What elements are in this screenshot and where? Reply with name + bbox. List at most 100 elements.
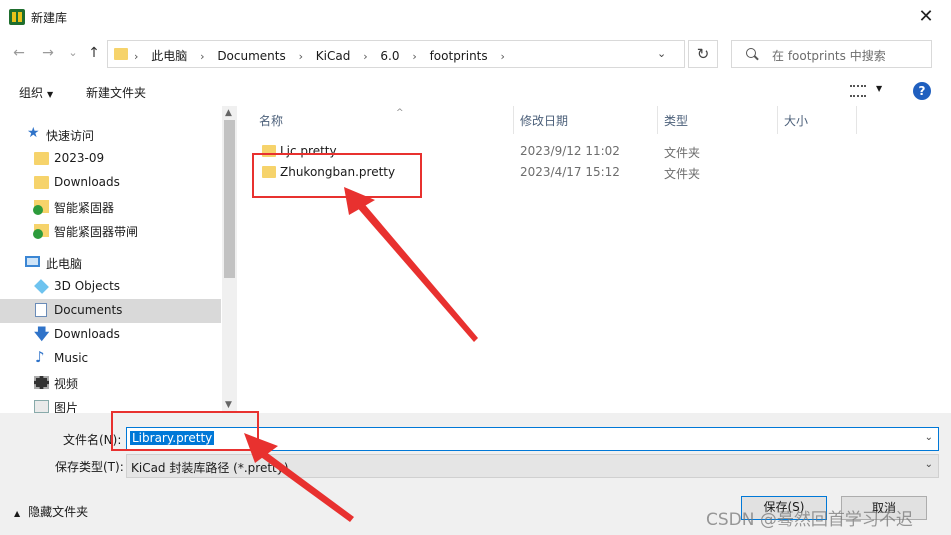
sidebar-item-label: 2023-09: [54, 151, 105, 165]
sidebar-item-label: 3D Objects: [54, 279, 121, 293]
navigation-bar: ← → ⌄ ↑ › 此电脑 › Documents › KiCad › 6.0 …: [0, 36, 951, 70]
sidebar-item-label: 快速访问: [46, 129, 95, 143]
chevron-down-icon: ⌄: [924, 459, 933, 470]
sidebar-item-label: 智能紧固器: [54, 201, 115, 215]
filetype-value: KiCad 封装库路径 (*.pretty): [131, 461, 289, 475]
caret-down-icon: ▼: [47, 90, 54, 99]
sidebar-item-videos[interactable]: 视频: [0, 371, 221, 395]
watermark: CSDN @蓦然回首学习不迟: [706, 510, 913, 530]
column-divider[interactable]: [657, 106, 658, 134]
chevron-right-icon[interactable]: ›: [363, 50, 367, 63]
breadcrumb-documents[interactable]: Documents: [217, 49, 285, 63]
chevron-down-icon[interactable]: ⌄: [657, 47, 666, 60]
highlight-box-filename: [111, 411, 259, 451]
sidebar-item-2023-09[interactable]: 2023-09: [0, 147, 221, 171]
sort-ascending-icon: ^: [396, 108, 404, 118]
back-button[interactable]: ←: [10, 44, 28, 62]
hide-folders-toggle[interactable]: ▲ 隐藏文件夹: [14, 503, 88, 520]
sidebar-item-label: 视频: [54, 377, 79, 391]
breadcrumb: › 此电脑 › Documents › KiCad › 6.0 › footpr…: [134, 47, 514, 64]
caret-up-icon: ▲: [14, 509, 21, 518]
file-type: 文件夹: [664, 167, 701, 181]
hide-folders-label: 隐藏文件夹: [28, 505, 89, 519]
sidebar-item-label: Documents: [54, 303, 123, 317]
3d-objects-icon: [34, 279, 49, 294]
column-divider[interactable]: [856, 106, 857, 134]
column-header-name[interactable]: 名称 ^: [259, 108, 404, 136]
chevron-right-icon: ›: [134, 50, 139, 63]
synced-folder-icon: [33, 224, 49, 239]
file-modified: 2023/4/17 15:12: [520, 165, 620, 179]
file-modified: 2023/9/12 11:02: [520, 144, 620, 158]
download-arrow-icon: 🡇: [34, 325, 50, 343]
window-title: 新建库: [31, 11, 68, 25]
sidebar-item-3d-objects[interactable]: 3D Objects: [0, 275, 221, 299]
scroll-up-icon[interactable]: ▲: [225, 108, 232, 118]
synced-folder-icon: [33, 200, 49, 215]
breadcrumb-kicad[interactable]: KiCad: [316, 49, 351, 63]
organize-menu-button[interactable]: 组织 ▼: [19, 84, 53, 101]
column-name-label: 名称: [259, 114, 284, 128]
folder-icon: [114, 48, 128, 60]
sidebar-item-this-pc[interactable]: 此电脑: [0, 251, 221, 275]
sidebar-item-documents[interactable]: Documents: [0, 299, 221, 323]
sidebar-item-smart-fastener-brake[interactable]: 智能紧固器带闸: [0, 219, 221, 243]
filetype-label: 保存类型(T):: [55, 460, 124, 474]
navigation-pane: ★ 快速访问 2023-09 Downloads 智能紧固器 智能紧固器带闸 此…: [0, 106, 237, 413]
chevron-down-icon[interactable]: ⌄: [925, 432, 933, 443]
address-bar[interactable]: › 此电脑 › Documents › KiCad › 6.0 › footpr…: [107, 40, 685, 68]
computer-icon: [25, 256, 40, 267]
folder-icon: [34, 152, 49, 165]
filetype-select[interactable]: KiCad 封装库路径 (*.pretty) ⌄: [126, 454, 939, 478]
breadcrumb-footprints[interactable]: footprints: [430, 49, 488, 63]
search-icon: [746, 48, 756, 58]
chevron-right-icon[interactable]: ›: [299, 50, 303, 63]
up-button[interactable]: ↑: [85, 44, 103, 62]
sidebar-item-smart-fastener[interactable]: 智能紧固器: [0, 195, 221, 219]
sidebar-item-quick-access[interactable]: ★ 快速访问: [0, 123, 221, 147]
help-icon[interactable]: ?: [913, 82, 931, 100]
video-icon: [34, 376, 49, 389]
chevron-right-icon[interactable]: ›: [500, 50, 504, 63]
sidebar-item-label: 智能紧固器带闸: [54, 225, 139, 239]
breadcrumb-this-pc[interactable]: 此电脑: [151, 49, 187, 63]
recent-locations-button[interactable]: ⌄: [64, 44, 82, 62]
title-bar: 新建库 ✕: [0, 0, 951, 34]
close-button[interactable]: ✕: [909, 3, 943, 31]
sidebar-item-label: Downloads: [54, 327, 120, 341]
folder-icon: [34, 176, 49, 189]
music-icon: ♪: [35, 348, 45, 366]
scrollbar-thumb[interactable]: [224, 120, 235, 278]
organize-label: 组织: [19, 86, 44, 100]
scroll-down-icon[interactable]: ▼: [225, 400, 232, 410]
search-placeholder: 在 footprints 中搜索: [772, 49, 886, 63]
sidebar-item-music[interactable]: ♪ Music: [0, 347, 221, 371]
sidebar-item-label: Downloads: [54, 175, 120, 189]
column-divider[interactable]: [513, 106, 514, 134]
breadcrumb-version[interactable]: 6.0: [380, 49, 399, 63]
sidebar-item-downloads-quick[interactable]: Downloads: [0, 171, 221, 195]
sidebar-item-label: 图片: [54, 401, 79, 413]
sidebar-scrollbar[interactable]: ▲ ▼: [222, 106, 237, 413]
highlight-box-folder: [252, 153, 422, 198]
refresh-button[interactable]: ↻: [688, 40, 718, 68]
chevron-right-icon[interactable]: ›: [412, 50, 416, 63]
new-folder-button[interactable]: 新建文件夹: [86, 84, 146, 101]
star-icon: ★: [27, 125, 40, 141]
forward-button[interactable]: →: [39, 44, 57, 62]
command-toolbar: 组织 ▼ 新建文件夹 ▼ ?: [0, 76, 951, 106]
column-header-type[interactable]: 类型: [664, 112, 688, 136]
search-input[interactable]: 在 footprints 中搜索: [731, 40, 932, 68]
file-type: 文件夹: [664, 146, 701, 160]
column-divider[interactable]: [777, 106, 778, 134]
caret-down-icon[interactable]: ▼: [876, 84, 882, 93]
column-header-size[interactable]: 大小: [784, 112, 808, 136]
sidebar-item-label: 此电脑: [46, 257, 83, 271]
view-options-icon[interactable]: [850, 85, 866, 97]
column-header-modified[interactable]: 修改日期: [520, 112, 568, 136]
sidebar-item-downloads[interactable]: 🡇 Downloads: [0, 323, 221, 347]
chevron-right-icon[interactable]: ›: [200, 50, 204, 63]
kicad-app-icon: [9, 9, 25, 25]
documents-icon: [35, 303, 47, 317]
sidebar-item-label: Music: [54, 351, 89, 365]
